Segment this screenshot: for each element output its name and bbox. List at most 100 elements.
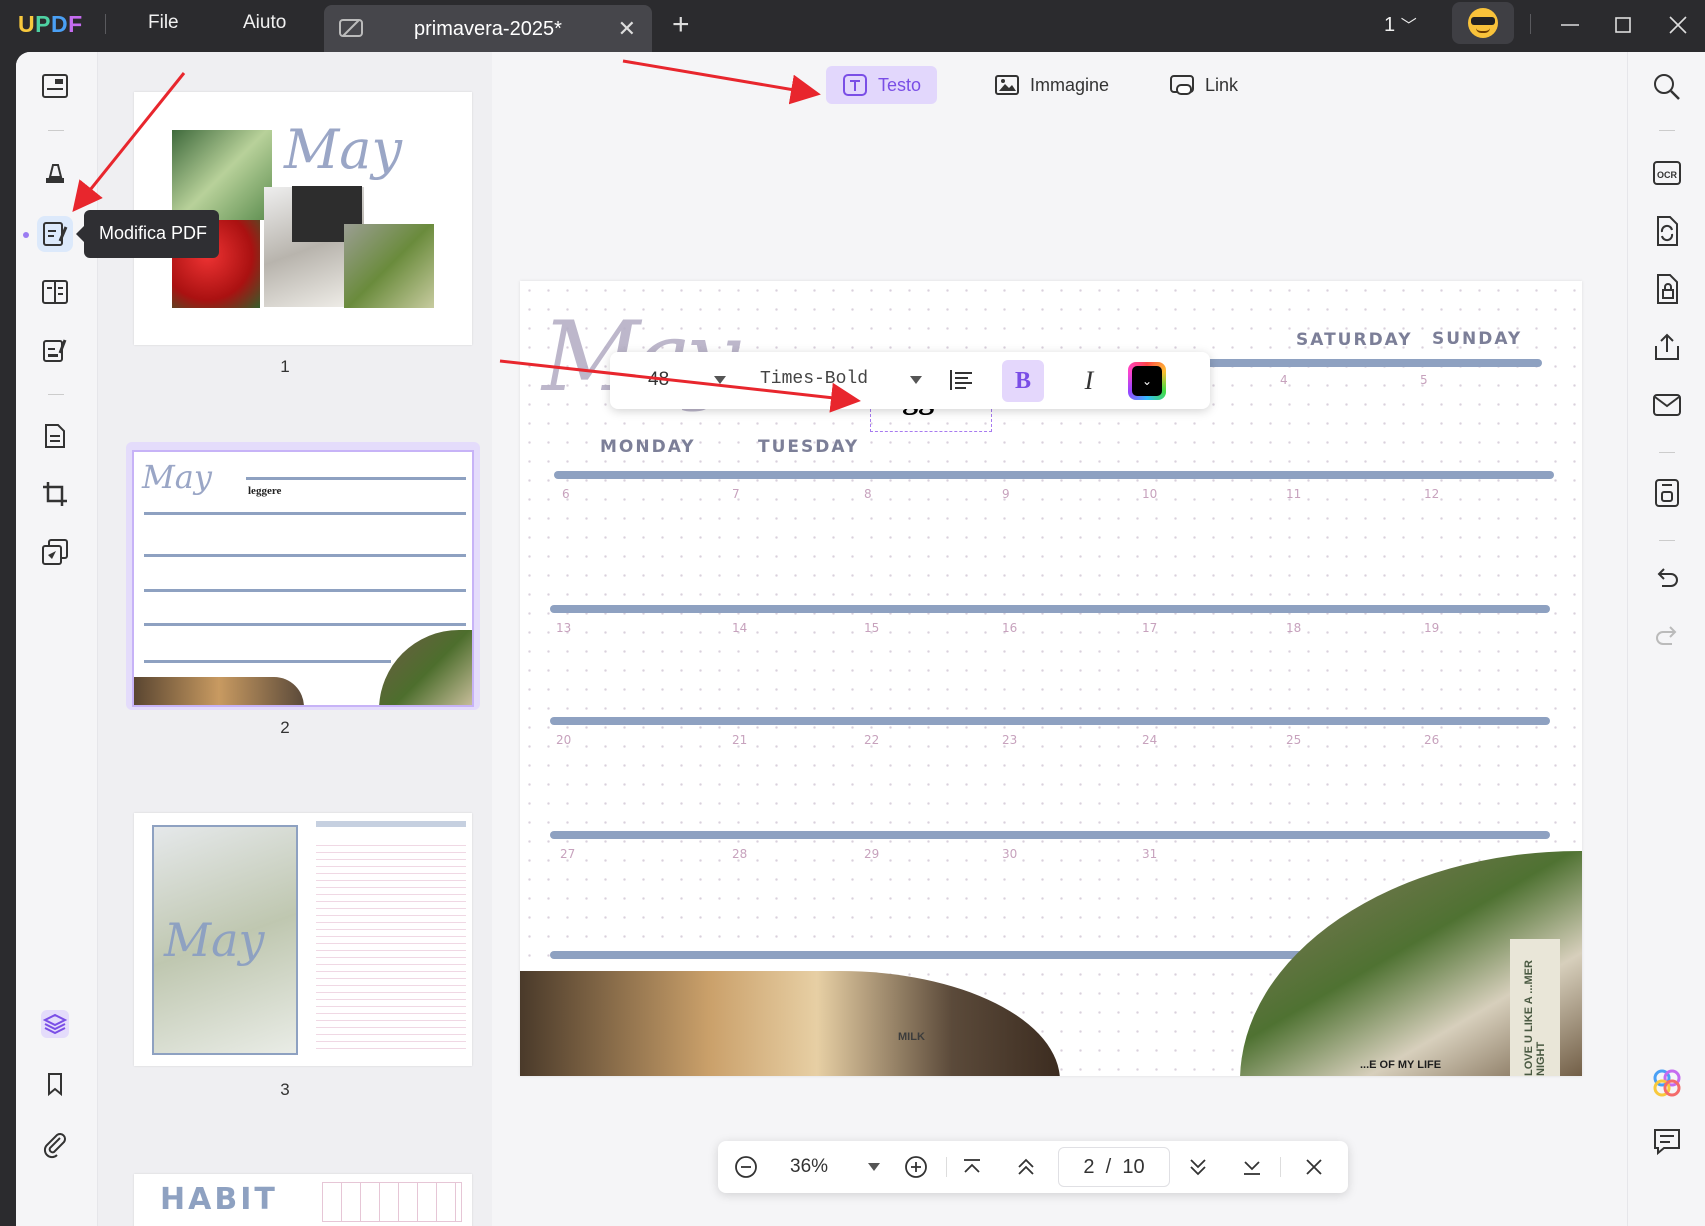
current-page: 2 <box>1083 1156 1095 1178</box>
right-toolbar: OCR <box>1627 52 1705 1226</box>
zoom-out-icon[interactable] <box>732 1153 760 1181</box>
poster-text: LOVE U LIKE A ...MER NIGHT <box>1523 960 1547 1076</box>
day-tuesday: TUESDAY <box>758 437 860 457</box>
save-icon[interactable] <box>1650 476 1684 510</box>
menu-file[interactable]: File <box>148 12 179 34</box>
ocr-icon[interactable]: OCR <box>1650 156 1684 190</box>
close-window-icon[interactable] <box>1663 10 1693 40</box>
attachment-icon[interactable] <box>37 1126 73 1162</box>
previous-page-icon[interactable] <box>1012 1153 1040 1181</box>
close-tab-icon[interactable]: ✕ <box>618 16 636 42</box>
comment-highlighter-icon[interactable] <box>37 154 73 190</box>
page-number-input[interactable]: 2 / 10 <box>1058 1147 1170 1187</box>
thumbnail-may-script: May <box>284 118 402 181</box>
ai-assistant-icon[interactable] <box>1650 1066 1684 1100</box>
menu-help[interactable]: Aiuto <box>243 12 286 34</box>
date: 23 <box>1002 733 1018 747</box>
tab-title: primavera-2025* <box>414 18 562 40</box>
convert-file-icon[interactable] <box>1650 214 1684 248</box>
italic-button[interactable]: I <box>1068 360 1110 402</box>
convert-icon[interactable] <box>37 418 73 454</box>
font-size-dropdown-icon[interactable] <box>714 376 726 384</box>
image-mode-label: Immagine <box>1030 74 1110 95</box>
crop-icon[interactable] <box>37 476 73 512</box>
organize-pages-icon[interactable] <box>37 274 73 310</box>
photo-text: ...E OF MY LIFE <box>1360 1059 1442 1071</box>
thumbnail-page-4[interactable]: HABIT <box>134 1174 472 1226</box>
bold-button[interactable]: B <box>1002 360 1044 402</box>
date: 31 <box>1142 847 1158 861</box>
updf-logo[interactable]: UPDF <box>18 11 83 38</box>
page-dropdown[interactable]: 1 ﹀ <box>1384 12 1417 37</box>
email-icon[interactable] <box>1650 388 1684 422</box>
svg-text:OCR: OCR <box>1657 170 1678 180</box>
zoom-in-icon[interactable] <box>902 1153 930 1181</box>
font-name-dropdown-icon[interactable] <box>910 376 922 384</box>
week-band <box>554 471 1554 479</box>
main-panel: May 1 May leggere 2 May 3 HABIT Testo Im… <box>16 52 1705 1226</box>
thumbnail-may-script: May <box>142 458 212 496</box>
font-name-value[interactable]: Times-Bold <box>760 369 868 389</box>
new-tab-icon[interactable]: + <box>672 8 690 42</box>
first-page-icon[interactable] <box>958 1153 986 1181</box>
protect-file-icon[interactable] <box>1650 272 1684 306</box>
link-mode-button[interactable]: Link <box>1153 66 1254 104</box>
thumbnail-leggere-text: leggere <box>248 485 282 497</box>
date: 9 <box>1002 487 1010 501</box>
date: 13 <box>556 621 572 635</box>
close-nav-icon[interactable] <box>1300 1153 1328 1181</box>
toolbar-separator <box>1659 130 1675 131</box>
page-separator: / <box>1105 1156 1112 1178</box>
thumbnail-band <box>144 554 466 557</box>
page-dropdown-value: 1 <box>1384 14 1396 36</box>
avatar[interactable] <box>1452 2 1514 44</box>
date-4: 4 <box>1280 373 1288 387</box>
layers-icon[interactable] <box>37 1006 73 1042</box>
bookmark-icon[interactable] <box>37 1066 73 1102</box>
undo-icon[interactable] <box>1650 562 1684 596</box>
thumbnail-may-script: May <box>164 913 265 967</box>
font-size-value[interactable]: 48 <box>648 369 669 391</box>
thumbnail-page-2[interactable]: May leggere <box>132 450 474 707</box>
comment-list-icon[interactable] <box>1650 1124 1684 1158</box>
image-mode-button[interactable]: Immagine <box>978 66 1125 104</box>
window-plant-photo: LOVE U LIKE A ...MER NIGHT ...E OF MY LI… <box>1240 851 1582 1076</box>
share-icon[interactable] <box>1650 330 1684 364</box>
reader-icon[interactable] <box>37 68 73 104</box>
text-tool-icon <box>843 74 867 96</box>
last-page-icon[interactable] <box>1238 1153 1266 1181</box>
nav-separator <box>1280 1157 1281 1177</box>
link-mode-label: Link <box>1205 74 1239 95</box>
toolbar-separator <box>48 394 64 395</box>
date: 22 <box>864 733 880 747</box>
minimize-icon[interactable] <box>1555 10 1585 40</box>
document-tab[interactable]: primavera-2025* ✕ <box>324 5 652 52</box>
search-icon[interactable] <box>1650 70 1684 104</box>
sunglasses-shape <box>1471 17 1495 25</box>
date: 18 <box>1286 621 1302 635</box>
next-page-icon[interactable] <box>1184 1153 1212 1181</box>
align-left-icon[interactable] <box>948 366 976 394</box>
date: 11 <box>1286 487 1302 501</box>
maximize-icon[interactable] <box>1608 10 1638 40</box>
date: 15 <box>864 621 880 635</box>
thumbnail-page-3[interactable]: May <box>134 813 472 1066</box>
zoom-dropdown-icon[interactable] <box>868 1163 880 1171</box>
edit-pdf-icon[interactable] <box>37 216 73 252</box>
thumbnail-habit-grid <box>322 1182 462 1222</box>
redo-icon[interactable] <box>1650 620 1684 654</box>
week-band <box>550 951 1314 959</box>
text-mode-label: Testo <box>878 74 922 95</box>
thumbnail-band <box>144 512 466 515</box>
fill-sign-icon[interactable] <box>37 332 73 368</box>
batch-pages-icon[interactable] <box>37 534 73 570</box>
text-mode-button[interactable]: Testo <box>826 66 938 104</box>
lily-photo <box>172 130 272 220</box>
zoom-value[interactable]: 36% <box>790 1156 828 1178</box>
day-monday: MONDAY <box>600 437 696 457</box>
date: 24 <box>1142 733 1158 747</box>
thumbnail-habit-title: HABIT <box>160 1182 278 1217</box>
text-color-picker[interactable]: ⌄ <box>1128 362 1166 400</box>
thumbnail-photo-right <box>379 630 472 705</box>
thumbnail-band <box>144 589 466 592</box>
